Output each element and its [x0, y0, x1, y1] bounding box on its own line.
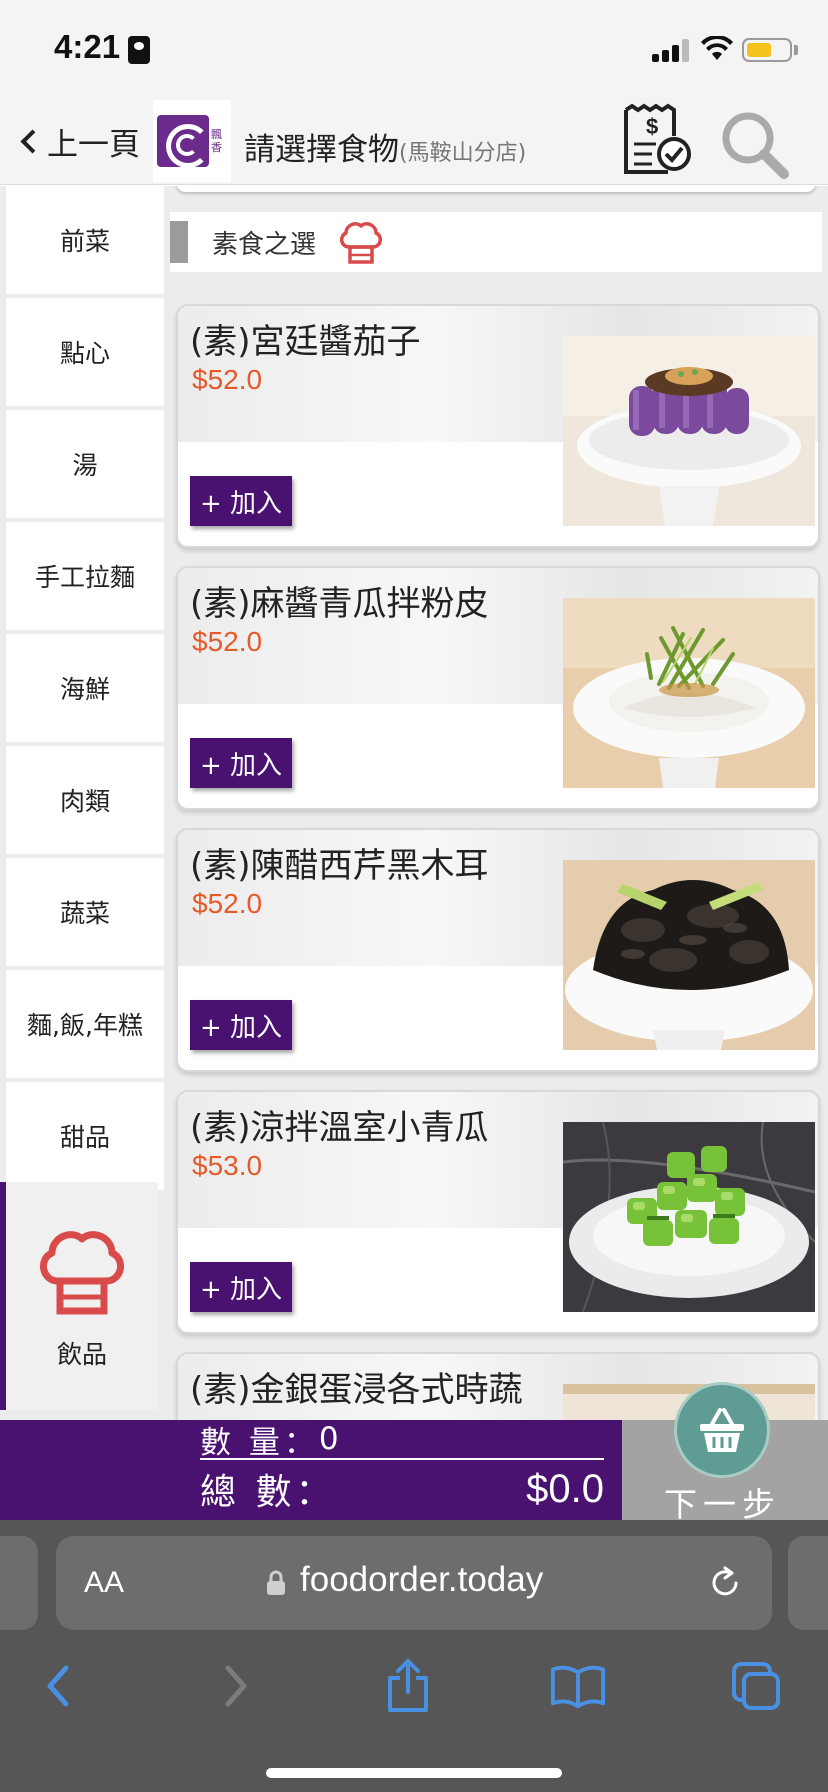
wifi-icon [701, 36, 733, 60]
chevron-right-icon [225, 1665, 247, 1707]
section-marker [170, 221, 188, 263]
category-soup[interactable]: 湯 [6, 410, 164, 518]
address-bar[interactable]: AA foodorder.today [56, 1536, 772, 1630]
dish-name: (素)金銀蛋浸各式時蔬 [190, 1370, 523, 1410]
dish-name: (素)涼拌溫室小青瓜 [190, 1108, 489, 1148]
share-icon [388, 1659, 428, 1712]
lock-icon [267, 1570, 285, 1595]
share-button[interactable] [380, 1658, 436, 1714]
next-tab-preview[interactable] [788, 1536, 828, 1630]
dish-name: (素)宮廷醬茄子 [190, 322, 421, 362]
dish-photo [563, 1122, 815, 1312]
app-header: 上一頁 飄香 請選擇食物(馬鞍山分店) $ [0, 100, 828, 185]
dish-price: $52.0 [192, 364, 263, 395]
chef-hat-icon [40, 1231, 124, 1315]
svg-text:$: $ [646, 114, 658, 139]
logo-text: 飄香 [211, 128, 222, 154]
dish-name: (素)麻醬青瓜拌粉皮 [190, 584, 489, 624]
status-time: 4:21 [54, 28, 121, 65]
dish-card: (素)宮廷醬茄子 $52.0 + 加入 [176, 304, 820, 548]
reader-options-button[interactable]: AA [84, 1566, 124, 1600]
previous-card-edge [176, 186, 816, 192]
category-appetizers[interactable]: 前菜 [6, 186, 164, 294]
section-header: 素食之選 [170, 212, 822, 272]
id-card-icon [128, 36, 150, 64]
cellular-signal-icon [652, 38, 692, 62]
category-seafood[interactable]: 海鮮 [6, 634, 164, 742]
category-meat[interactable]: 肉類 [6, 746, 164, 854]
forward-nav-button[interactable] [208, 1658, 264, 1714]
category-hand-pulled-noodles[interactable]: 手工拉麵 [6, 522, 164, 630]
add-to-cart-button[interactable]: + 加入 [190, 476, 292, 526]
quantity-label: 數 量： [200, 1424, 319, 1461]
dish-list: 素食之選 (素)宮廷醬茄子 $52.0 + 加入 (素)麻醬青瓜拌粉皮 $52.… [164, 186, 828, 1420]
section-title: 素食之選 [212, 229, 317, 260]
reader-options-label: AA [84, 1566, 125, 1599]
home-indicator [266, 1768, 562, 1778]
dish-card: (素)涼拌溫室小青瓜 $53.0 + 加入 [176, 1090, 820, 1334]
status-bar: 4:21 [0, 0, 828, 100]
category-dim-sum[interactable]: 點心 [6, 298, 164, 406]
bookmarks-button[interactable] [550, 1658, 606, 1714]
browser-toolbar: AA foodorder.today [0, 1520, 828, 1792]
quantity-row: 數 量： 0 [200, 1420, 604, 1461]
receipt-check-icon[interactable]: $ [616, 102, 694, 180]
chef-hat-icon [340, 222, 383, 264]
back-label: 上一頁 [47, 126, 140, 163]
tabs-icon [732, 1662, 780, 1710]
category-vegetables[interactable]: 蔬菜 [6, 858, 164, 966]
category-sidebar: 前菜 點心 湯 手工拉麵 海鮮 肉類 蔬菜 麵,飯,年糕 甜品 飲品 [0, 186, 164, 1420]
url-text: foodorder.today [300, 1560, 544, 1599]
next-step-button[interactable]: 下一步 [622, 1382, 828, 1524]
dish-price: $53.0 [192, 1150, 263, 1181]
battery-icon [742, 38, 792, 62]
add-to-cart-button[interactable]: + 加入 [190, 738, 292, 788]
total-amount: $0.0 [526, 1466, 604, 1511]
page-title-text: 請選擇食物 [244, 132, 399, 168]
dish-price: $52.0 [192, 888, 263, 919]
dish-card: (素)陳醋西芹黑木耳 $52.0 + 加入 [176, 828, 820, 1072]
category-drinks[interactable]: 飲品 [0, 1182, 158, 1410]
dish-photo [563, 336, 815, 526]
basket-glyph [700, 1408, 744, 1452]
previous-tab-preview[interactable] [0, 1536, 38, 1630]
restaurant-logo: 飄香 [153, 100, 231, 182]
category-noodles-rice[interactable]: 麵,飯,年糕 [6, 970, 164, 1078]
chevron-left-icon [47, 1665, 69, 1707]
total-row: 總 數： $0.0 [200, 1464, 604, 1514]
branch-name: (馬鞍山分店) [399, 141, 527, 166]
dish-card: (素)麻醬青瓜拌粉皮 $52.0 + 加入 [176, 566, 820, 810]
dish-photo [563, 860, 815, 1050]
battery-tip [794, 45, 798, 55]
back-nav-button[interactable] [30, 1658, 86, 1714]
logo-emblem [157, 115, 210, 168]
book-icon [550, 1665, 606, 1709]
cart-summary-bar: 數 量： 0 總 數： $0.0 [0, 1420, 622, 1520]
dish-photo [563, 598, 815, 788]
dish-price: $52.0 [192, 626, 263, 657]
next-step-label: 下一步 [664, 1485, 781, 1524]
total-label: 總 數： [200, 1472, 336, 1513]
back-button[interactable]: 上一頁 [18, 118, 140, 164]
reload-icon[interactable] [706, 1564, 744, 1602]
tabs-button[interactable] [728, 1658, 784, 1714]
basket-icon [674, 1382, 770, 1478]
dish-name: (素)陳醋西芹黑木耳 [190, 846, 489, 886]
page-title: 請選擇食物(馬鞍山分店) [244, 124, 526, 169]
add-to-cart-button[interactable]: + 加入 [190, 1262, 292, 1312]
search-icon[interactable] [716, 106, 794, 184]
quantity-value: 0 [318, 1421, 343, 1457]
category-desserts[interactable]: 甜品 [6, 1082, 164, 1190]
category-drinks-label: 飲品 [56, 1340, 107, 1369]
chevron-left-icon [20, 128, 45, 154]
battery-level [747, 43, 771, 57]
add-to-cart-button[interactable]: + 加入 [190, 1000, 292, 1050]
